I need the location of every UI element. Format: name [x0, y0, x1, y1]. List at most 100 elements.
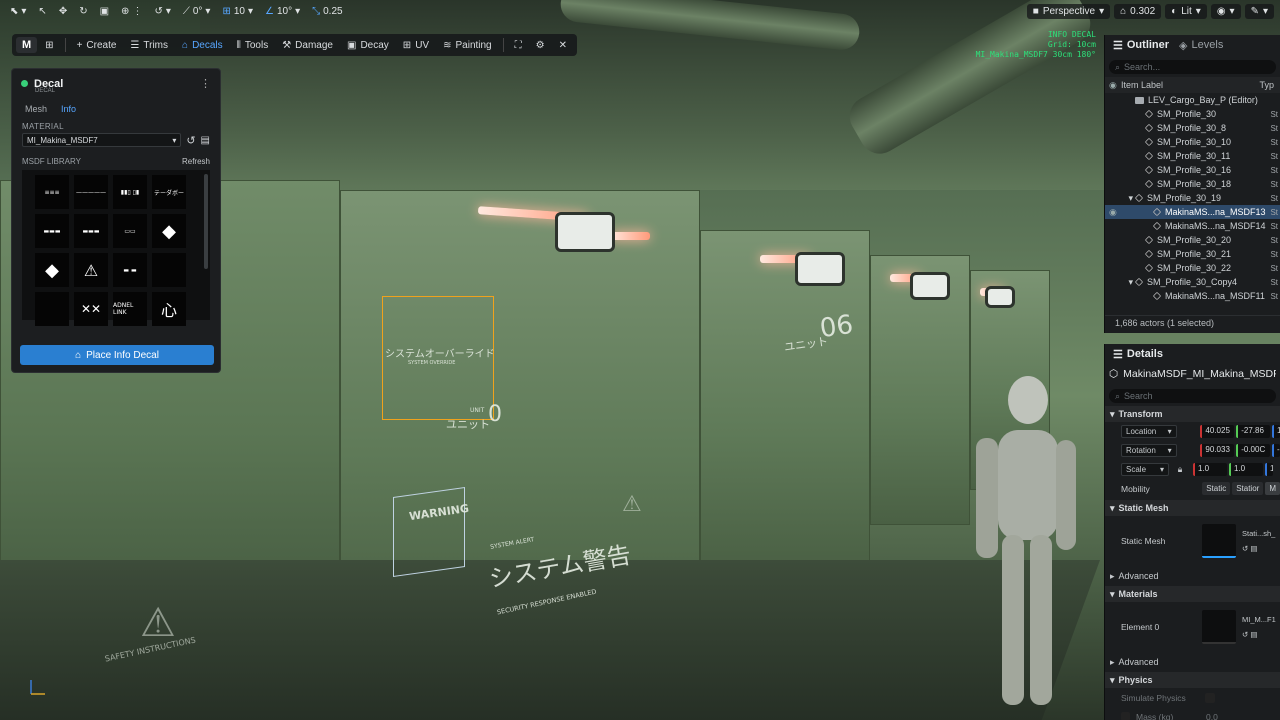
decal-thumbnail[interactable]: ⚠ — [74, 253, 108, 287]
decal-thumbnail[interactable]: ▭▭ — [113, 214, 147, 248]
outliner-row[interactable]: SM_Profile_30_18 St — [1105, 177, 1280, 191]
section-transform[interactable]: ▾ Transform — [1105, 406, 1280, 422]
mode-decay-button[interactable]: ▣ Decay — [341, 37, 395, 54]
outliner-row[interactable]: SM_Profile_30_21 St — [1105, 247, 1280, 261]
mannequin-character[interactable] — [970, 370, 1080, 710]
col-type[interactable]: Typ — [1259, 80, 1274, 90]
decal-thumbnail[interactable]: ▬ ▬ — [113, 253, 147, 287]
decal-thumbnail[interactable]: ADNEL LINK — [113, 292, 147, 326]
browse-folder-icon[interactable]: ▤ — [1250, 544, 1257, 553]
lock-icon[interactable]: 🔒︎ — [1169, 464, 1191, 475]
simulate-physics-checkbox[interactable] — [1205, 692, 1215, 703]
location-y-field[interactable]: -27.86 — [1236, 425, 1270, 438]
viewport-settings-button[interactable]: ✎ ▾ — [1244, 3, 1274, 19]
section-static-mesh[interactable]: ▾ Static Mesh — [1105, 500, 1280, 516]
details-search-input[interactable]: ⌕ Search — [1109, 389, 1276, 403]
rotation-x-field[interactable]: 90.033 — [1200, 444, 1235, 457]
location-dropdown[interactable]: Location ▾ — [1121, 425, 1177, 438]
angle-snap-button[interactable]: ⟋ 0° ▾ — [179, 4, 215, 19]
rotation-z-field[interactable]: - — [1271, 444, 1280, 457]
location-x-field[interactable]: 40.025 — [1200, 425, 1235, 438]
decal-thumbnail[interactable]: テーダボー — [152, 175, 186, 209]
tree-expander[interactable]: ▾ — [1121, 277, 1135, 288]
eye-icon[interactable]: ◉ — [1109, 207, 1121, 218]
reset-icon[interactable]: ↺ — [1242, 630, 1248, 639]
library-scrollbar[interactable] — [204, 174, 208, 269]
col-item-label[interactable]: Item Label — [1121, 80, 1163, 90]
decal-thumbnail[interactable]: ▮▮▯ ▯▮ — [113, 175, 147, 209]
tab-mesh[interactable]: Mesh — [25, 104, 47, 114]
light-actor-icon[interactable] — [985, 286, 1015, 308]
outliner-row[interactable]: SM_Profile_30_22 St — [1105, 261, 1280, 275]
rotation-snap-button[interactable]: ∠ 10° ▾ — [261, 4, 304, 19]
mode-uv-button[interactable]: ⊞ UV — [397, 37, 435, 54]
outliner-row[interactable]: SM_Profile_30 St — [1105, 107, 1280, 121]
light-actor-icon[interactable] — [795, 252, 845, 286]
tab-details[interactable]: ☰ Details — [1113, 348, 1163, 361]
mode-painting-button[interactable]: ≋ Painting — [437, 37, 498, 54]
section-advanced-2[interactable]: ▸ Advanced — [1105, 654, 1280, 670]
material-dropdown[interactable]: MI_Makina_MSDF7 ▾ — [22, 133, 182, 147]
section-materials[interactable]: ▾ Materials — [1105, 586, 1280, 602]
select-mode-button[interactable]: ⬉ ▾ — [6, 4, 30, 19]
eye-icon[interactable]: ◉ — [1109, 80, 1121, 91]
reset-icon[interactable]: ↺ — [1242, 544, 1248, 553]
fullscreen-button[interactable]: ⛶ — [509, 37, 528, 54]
mobility-movable[interactable]: M — [1265, 482, 1280, 495]
mobility-stationary[interactable]: Statior — [1232, 482, 1264, 495]
outliner-row[interactable]: MakinaMS...na_MSDF11 St — [1105, 289, 1280, 303]
outliner-row[interactable]: ▾ SM_Profile_30_Copy4 St — [1105, 275, 1280, 289]
section-physics[interactable]: ▾ Physics — [1105, 672, 1280, 688]
close-button[interactable]: ✕ — [553, 37, 573, 54]
hover-decal-outline[interactable] — [393, 486, 465, 578]
tab-levels[interactable]: ◈ Levels — [1179, 39, 1223, 52]
section-advanced[interactable]: ▸ Advanced — [1105, 568, 1280, 584]
select-tool-button[interactable]: ↖ — [34, 4, 50, 19]
scale-dropdown[interactable]: Scale ▾ — [1121, 463, 1169, 476]
surface-snap-button[interactable]: ↺ ▾ — [150, 4, 174, 19]
view-mode-dropdown[interactable]: ■ Perspective ▾ — [1026, 3, 1111, 19]
place-info-decal-button[interactable]: ⌂ Place Info Decal — [20, 345, 214, 365]
decal-thumbnail[interactable]: ≡≡≡ — [35, 175, 69, 209]
rotate-tool-button[interactable]: ↻ — [75, 4, 91, 19]
tree-expander[interactable]: ▾ — [1121, 193, 1135, 204]
outliner-row[interactable]: ◉ MakinaMS...na_MSDF13 St — [1105, 205, 1280, 219]
rotation-dropdown[interactable]: Rotation ▾ — [1121, 444, 1177, 457]
mode-tools-button[interactable]: ⫴ Tools — [231, 37, 275, 54]
light-actor-icon[interactable] — [555, 212, 615, 252]
outliner-row[interactable]: ▾ SM_Profile_30_19 St — [1105, 191, 1280, 205]
outliner-row[interactable]: SM_Profile_30_20 St — [1105, 233, 1280, 247]
settings-button[interactable]: ⚙ — [530, 37, 551, 54]
outliner-row[interactable]: MakinaMS...na_MSDF14 St — [1105, 219, 1280, 233]
mass-checkbox[interactable] — [1121, 712, 1130, 720]
refresh-button[interactable]: Refresh — [182, 157, 210, 166]
outliner-row[interactable]: LEV_Cargo_Bay_P (Editor) — [1105, 93, 1280, 107]
world-space-button[interactable]: ⊕ ⋮ — [117, 4, 146, 19]
mode-trims-button[interactable]: ☰ Trims — [124, 37, 174, 54]
decal-thumbnail[interactable]: ◆ — [152, 214, 186, 248]
location-z-field[interactable]: 1 — [1271, 425, 1280, 438]
grid-view-button[interactable]: ⊞ — [39, 37, 59, 54]
scale-z-field[interactable]: 1 — [1265, 463, 1273, 476]
decal-thumbnail[interactable] — [35, 292, 69, 326]
move-tool-button[interactable]: ✥ — [55, 4, 71, 19]
decal-thumbnail[interactable] — [152, 253, 186, 287]
decal-thumbnail[interactable]: ✕✕ — [74, 292, 108, 326]
browse-folder-icon[interactable]: ▤ — [201, 135, 210, 146]
scale-y-field[interactable]: 1.0 — [1229, 463, 1263, 476]
more-options-icon[interactable]: ⋮ — [200, 77, 211, 90]
mode-decals-button[interactable]: ⌂ Decals — [176, 37, 229, 54]
mass-field[interactable]: 0.0 — [1206, 712, 1218, 720]
scale-x-field[interactable]: 1.0 — [1193, 463, 1227, 476]
lighting-mode-dropdown[interactable]: ◐ Lit ▾ — [1165, 3, 1207, 19]
decal-thumbnail[interactable]: ▬▬▬ — [35, 214, 69, 248]
material-value[interactable]: MI_M...F1 — [1242, 615, 1280, 624]
mode-damage-button[interactable]: ⚒ Damage — [276, 37, 339, 54]
light-actor-icon[interactable] — [910, 272, 950, 300]
mobility-static[interactable]: Static — [1202, 482, 1231, 495]
static-mesh-thumbnail[interactable] — [1202, 524, 1236, 558]
material-thumbnail[interactable] — [1202, 610, 1236, 644]
rotation-y-field[interactable]: -0.00C — [1236, 444, 1270, 457]
mode-create-button[interactable]: + Create — [71, 37, 123, 54]
show-flags-button[interactable]: ◉ ▾ — [1210, 3, 1241, 19]
